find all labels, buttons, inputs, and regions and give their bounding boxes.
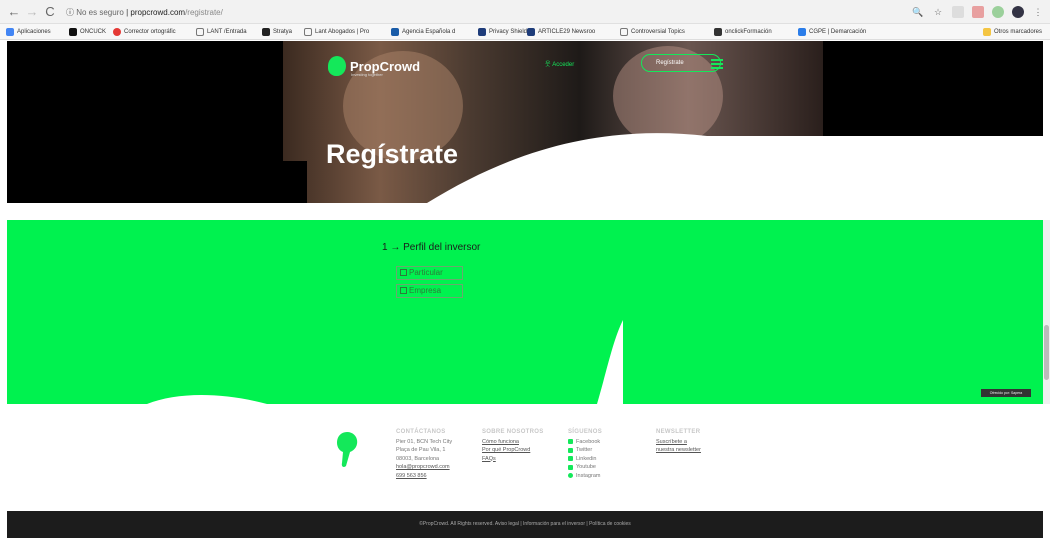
section-curves <box>147 320 623 404</box>
zoom-icon[interactable]: 🔍 <box>912 6 924 18</box>
newsletter-heading: NEWSLETTER <box>656 429 701 435</box>
url-domain: propcrowd.com <box>130 8 186 17</box>
reload-icon[interactable]: C <box>42 4 58 20</box>
site-footer: CONTÁCTANOS Pier 01, BCN Tech City Plaça… <box>7 404 1043 511</box>
secure-label: No es seguro <box>76 8 124 17</box>
social-heading: SÍGUENOS <box>568 429 603 435</box>
logo-tagline: Investing together <box>351 72 383 77</box>
footer-link[interactable]: Cómo funciona <box>482 438 544 447</box>
perfil-label: 1 → Perfil del inversor <box>382 242 481 253</box>
page-viewport: PropCrowd Investing together 웃 Acceder R… <box>7 41 1043 538</box>
bookmark-item[interactable]: Controversial Topics <box>620 27 685 37</box>
facebook-icon <box>568 439 573 445</box>
url-path: /registrate/ <box>185 8 223 17</box>
legal-bar[interactable]: ©PropCrowd. All Rights reserved. Aviso l… <box>7 511 1043 538</box>
bookmark-item[interactable]: Agencia Española d <box>391 27 455 37</box>
profile-icon[interactable] <box>1012 6 1024 18</box>
address-line: Plaça de Pau Vila, 1 <box>396 447 446 453</box>
bookmark-item[interactable]: Lant Abogados | Pro <box>304 27 369 37</box>
hamburger-menu-icon[interactable] <box>711 59 723 71</box>
option-empresa[interactable]: Empresa <box>396 284 463 298</box>
bookmark-item[interactable]: ARTICLE29 Newsroo <box>527 27 595 37</box>
checkbox-icon <box>400 269 407 277</box>
footer-logo-icon[interactable] <box>332 430 362 468</box>
youtube-link[interactable]: Youtube <box>568 463 602 472</box>
register-button[interactable]: Regístrate <box>641 54 721 72</box>
extension-icon[interactable] <box>972 6 984 18</box>
newsletter-link[interactable]: Suscríbete a <box>656 438 701 447</box>
browser-toolbar: ← → C ⓘ No es seguro | propcrowd.com/reg… <box>0 0 1050 24</box>
powered-by-badge[interactable]: Ofrecido por: Sapera <box>981 389 1031 397</box>
menu-dots-icon[interactable]: ⋮ <box>1032 6 1044 18</box>
scrollbar-thumb[interactable] <box>1044 325 1049 380</box>
form-section: 1 → Perfil del inversor Particular Empre… <box>7 220 1043 404</box>
instagram-link[interactable]: Instagram <box>568 472 602 481</box>
bookmark-item[interactable]: LANT /Entrada <box>196 27 247 37</box>
about-heading: SOBRE NOSOTROS <box>482 429 544 435</box>
checkbox-icon <box>400 287 407 295</box>
info-icon: ⓘ <box>66 8 74 17</box>
twitter-icon <box>568 447 573 453</box>
login-link[interactable]: 웃 Acceder <box>545 59 574 68</box>
footer-link[interactable]: Por qué PropCrowd <box>482 446 544 455</box>
facebook-link[interactable]: Facebook <box>568 438 602 447</box>
youtube-icon <box>568 464 573 470</box>
linkedin-link[interactable]: Linkedin <box>568 455 602 464</box>
linkedin-icon <box>568 456 573 462</box>
back-icon[interactable]: ← <box>6 4 22 20</box>
extension-icon[interactable] <box>992 6 1004 18</box>
star-icon[interactable]: ☆ <box>932 6 944 18</box>
hero-curve <box>7 133 1043 203</box>
page-title: Regístrate <box>326 139 459 169</box>
social-column: SÍGUENOS Facebook Twitter Linkedin Youtu… <box>568 428 602 480</box>
bookmarks-bar: Aplicaciones ONCUCK Corrector ortográfic… <box>0 24 1050 40</box>
newsletter-column: NEWSLETTER Suscríbete a nuestra newslett… <box>656 428 701 455</box>
bookmark-item[interactable]: Otros marcadores <box>983 27 1042 37</box>
bookmark-item[interactable]: CGPE | Demarcación <box>798 27 866 37</box>
bookmark-item[interactable]: onclickFormación <box>714 27 772 37</box>
hero-banner: PropCrowd Investing together 웃 Acceder R… <box>7 41 1043 203</box>
email-link[interactable]: hola@propcrowd.com <box>396 463 452 472</box>
address-line: 08003, Barcelona <box>396 455 440 462</box>
instagram-icon <box>568 473 573 479</box>
about-column: SOBRE NOSOTROS Cómo funciona Por qué Pro… <box>482 428 544 463</box>
bookmark-item[interactable]: Aplicaciones <box>6 27 51 37</box>
bookmark-item[interactable]: Corrector ortográfic <box>113 27 176 37</box>
twitter-link[interactable]: Twitter <box>568 446 602 455</box>
footer-link[interactable]: FAQs <box>482 455 544 464</box>
phone-link[interactable]: 699 563 856 <box>396 472 452 481</box>
bookmark-item[interactable]: ONCUCK <box>69 27 106 37</box>
option-particular[interactable]: Particular <box>396 266 463 280</box>
newsletter-link[interactable]: nuestra newsletter <box>656 446 701 455</box>
contact-heading: CONTÁCTANOS <box>396 429 446 435</box>
logo-icon <box>328 56 346 76</box>
bookmark-item[interactable]: Stratya <box>262 27 292 37</box>
extension-icon[interactable] <box>952 6 964 18</box>
bookmark-item[interactable]: Privacy Shield <box>478 27 527 37</box>
forward-icon[interactable]: → <box>24 4 40 20</box>
address-bar[interactable]: ⓘ No es seguro | propcrowd.com/registrat… <box>66 4 886 21</box>
address-line: Pier 01, BCN Tech City <box>396 438 453 445</box>
contact-column: CONTÁCTANOS Pier 01, BCN Tech City Plaça… <box>396 428 452 480</box>
